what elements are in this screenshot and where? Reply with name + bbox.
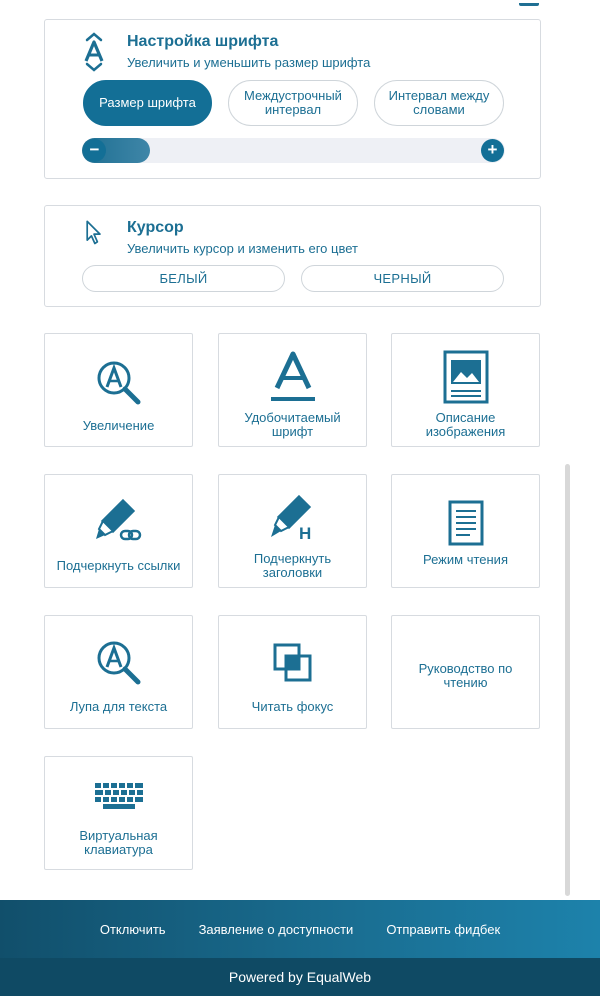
magnifier-a-icon [97, 361, 140, 405]
tile-label: Описание изображения [425, 410, 506, 439]
footer-links: Отключить Заявление о доступности Отправ… [0, 900, 600, 958]
font-size-button[interactable]: Размер шрифта [83, 80, 212, 126]
tile-reading-guide[interactable]: Руководство по чтению [391, 615, 540, 729]
accessibility-statement-link[interactable]: Заявление о доступности [199, 922, 354, 937]
cursor-options: БЕЛЫЙ ЧЕРНЫЙ [82, 265, 504, 292]
tile-highlight-headings[interactable]: H Подчеркнуть заголовки [218, 474, 367, 588]
image-description-icon [443, 350, 488, 404]
tile-label: Лупа для текста [69, 699, 168, 714]
font-settings-title: Настройка шрифта [127, 33, 279, 50]
font-settings-header: Настройка шрифта Увеличить и уменьшить р… [81, 32, 370, 72]
font-size-slider[interactable]: − + [82, 138, 505, 163]
tile-label: Режим чтения [423, 552, 508, 567]
cursor-icon [86, 220, 101, 245]
font-size-icon [84, 32, 104, 72]
send-feedback-link[interactable]: Отправить фидбек [386, 922, 500, 937]
tile-label: Удобочитаемый шрифт [244, 410, 341, 439]
disable-link[interactable]: Отключить [100, 922, 166, 937]
font-settings-panel: Настройка шрифта Увеличить и уменьшить р… [44, 19, 541, 179]
tile-label: Руководство по чтению [418, 661, 513, 690]
marker-heading-icon: H [270, 494, 311, 543]
cursor-white-button[interactable]: БЕЛЫЙ [82, 265, 285, 292]
tile-reading-mode[interactable]: Режим чтения [391, 474, 540, 588]
footer: Отключить Заявление о доступности Отправ… [0, 900, 600, 996]
cursor-title: Курсор [127, 219, 184, 236]
text-magnifier-icon [97, 641, 140, 685]
decrease-button[interactable]: − [83, 139, 106, 162]
font-settings-subtitle: Увеличить и уменьшить размер шрифта [127, 55, 371, 70]
document-icon [448, 500, 483, 546]
tile-image-description[interactable]: Описание изображения [391, 333, 540, 447]
svg-text:H: H [299, 524, 311, 543]
cursor-subtitle: Увеличить курсор и изменить его цвет [127, 241, 358, 256]
tile-label: Подчеркнуть заголовки [253, 551, 332, 580]
line-spacing-button[interactable]: Междустрочный интервал [228, 80, 358, 126]
cursor-panel: Курсор Увеличить курсор и изменить его ц… [44, 205, 541, 307]
scrollbar[interactable] [565, 464, 570, 896]
focus-squares-icon [273, 643, 311, 682]
tile-label: Читать фокус [251, 699, 334, 714]
increase-button[interactable]: + [481, 139, 504, 162]
powered-by-link[interactable]: Powered by EqualWeb [229, 969, 371, 985]
tile-zoom[interactable]: Увеличение [44, 333, 193, 447]
tile-label: Подчеркнуть ссылки [56, 558, 181, 573]
menu-handle[interactable] [519, 0, 539, 6]
tile-highlight-links[interactable]: Подчеркнуть ссылки [44, 474, 193, 588]
tile-readable-font[interactable]: Удобочитаемый шрифт [218, 333, 367, 447]
word-spacing-button[interactable]: Интервал между словами [374, 80, 504, 126]
tile-read-focus[interactable]: Читать фокус [218, 615, 367, 729]
font-mode-group: Размер шрифта Междустрочный интервал Инт… [83, 80, 504, 126]
tile-virtual-keyboard[interactable]: Виртуальная клавиатура [44, 756, 193, 870]
powered-by-bar: Powered by EqualWeb [0, 958, 600, 996]
cursor-header: Курсор Увеличить курсор и изменить его ц… [81, 218, 358, 258]
tile-text-magnifier[interactable]: Лупа для текста [44, 615, 193, 729]
tile-label: Увеличение [82, 418, 155, 433]
keyboard-icon [94, 783, 143, 809]
marker-link-icon [95, 498, 141, 541]
readable-font-icon [270, 351, 315, 401]
cursor-black-button[interactable]: ЧЕРНЫЙ [301, 265, 504, 292]
tile-label: Виртуальная клавиатура [79, 828, 158, 857]
